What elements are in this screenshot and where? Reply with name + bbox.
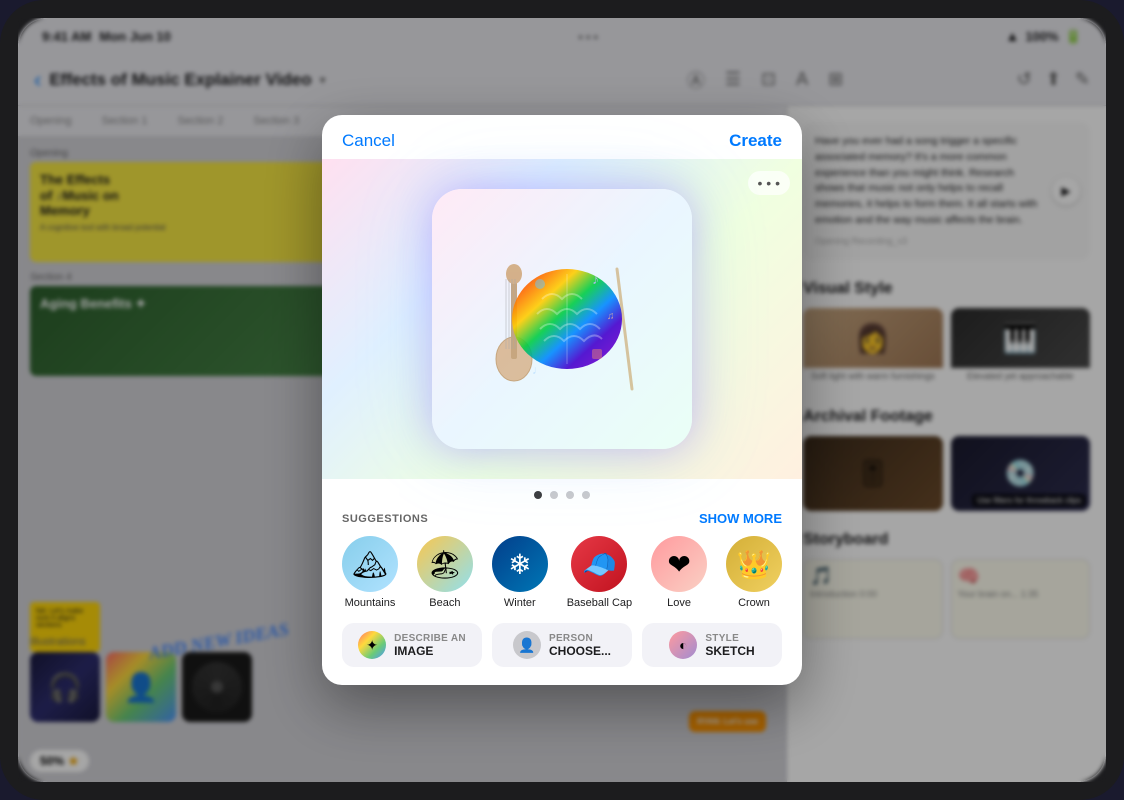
person-text: PERSON CHOOSE... [549,633,611,658]
style-value: SKETCH [705,644,754,658]
suggestions-header: SUGGESTIONS SHOW MORE [322,507,802,536]
mountains-label: Mountains [345,597,396,609]
create-button[interactable]: Create [729,131,782,151]
beach-icon: 🏖 [417,536,473,592]
person-icon: 👤 [513,631,541,659]
style-button[interactable]: ◐ STYLE SKETCH [642,623,782,667]
modal-overlay: Cancel Create • • • [18,18,1106,782]
suggestion-mountains[interactable]: 🏔 Mountains [342,536,398,609]
dot-4 [582,491,590,499]
cancel-button[interactable]: Cancel [342,131,395,151]
style-label: STYLE [705,633,739,644]
describe-icon: ✦ [358,631,386,659]
person-label: PERSON [549,633,593,644]
dot-3 [566,491,574,499]
svg-text:♫: ♫ [607,311,615,322]
mountains-icon: 🏔 [342,536,398,592]
person-choose-button[interactable]: 👤 PERSON CHOOSE... [492,623,632,667]
suggestion-crown[interactable]: 👑 Crown [726,536,782,609]
winter-icon: ❄ [492,536,548,592]
svg-text:♪: ♪ [592,271,599,287]
dot-1 [534,491,542,499]
crown-label: Crown [738,597,770,609]
style-icon: ◐ [669,631,697,659]
baseball-cap-icon: 🧢 [571,536,627,592]
suggestion-love[interactable]: ❤ Love [651,536,707,609]
describe-text: DESCRIBE AN IMAGE [394,633,466,658]
describe-label: DESCRIBE AN [394,633,466,644]
winter-label: Winter [504,597,536,609]
suggestions-row: 🏔 Mountains 🏖 Beach ❄ Winter [322,536,802,623]
suggestion-winter[interactable]: ❄ Winter [492,536,548,609]
modal-image-area: • • • [322,159,802,479]
love-icon: ❤ [651,536,707,592]
screen: 9:41 AM Mon Jun 10 • • • ▲ 100% 🔋 ‹ Effe… [18,18,1106,782]
baseball-label: Baseball Cap [567,597,632,609]
person-value: CHOOSE... [549,644,611,658]
describe-value: IMAGE [394,644,433,658]
dot-2 [550,491,558,499]
svg-text:♩: ♩ [532,363,544,377]
suggestions-label: SUGGESTIONS [342,513,428,525]
modal-pagination [322,479,802,507]
modal-more-button[interactable]: • • • [748,171,790,195]
beach-label: Beach [429,597,460,609]
show-more-button[interactable]: SHOW MORE [699,511,782,526]
modal-actions: ✦ DESCRIBE AN IMAGE 👤 PERSON CHOOSE... [322,623,802,685]
love-label: Love [667,597,691,609]
ipad-frame: 9:41 AM Mon Jun 10 • • • ▲ 100% 🔋 ‹ Effe… [0,0,1124,800]
suggestion-beach[interactable]: 🏖 Beach [417,536,473,609]
suggestion-baseball-cap[interactable]: 🧢 Baseball Cap [567,536,632,609]
brain-svg: ♪ ♩ ♫ [462,219,662,419]
brain-illustration: ♪ ♩ ♫ [432,189,692,449]
style-text: STYLE SKETCH [705,633,754,658]
modal-header: Cancel Create [322,115,802,159]
describe-image-button[interactable]: ✦ DESCRIBE AN IMAGE [342,623,482,667]
crown-icon: 👑 [726,536,782,592]
modal-dialog: Cancel Create • • • [322,115,802,685]
